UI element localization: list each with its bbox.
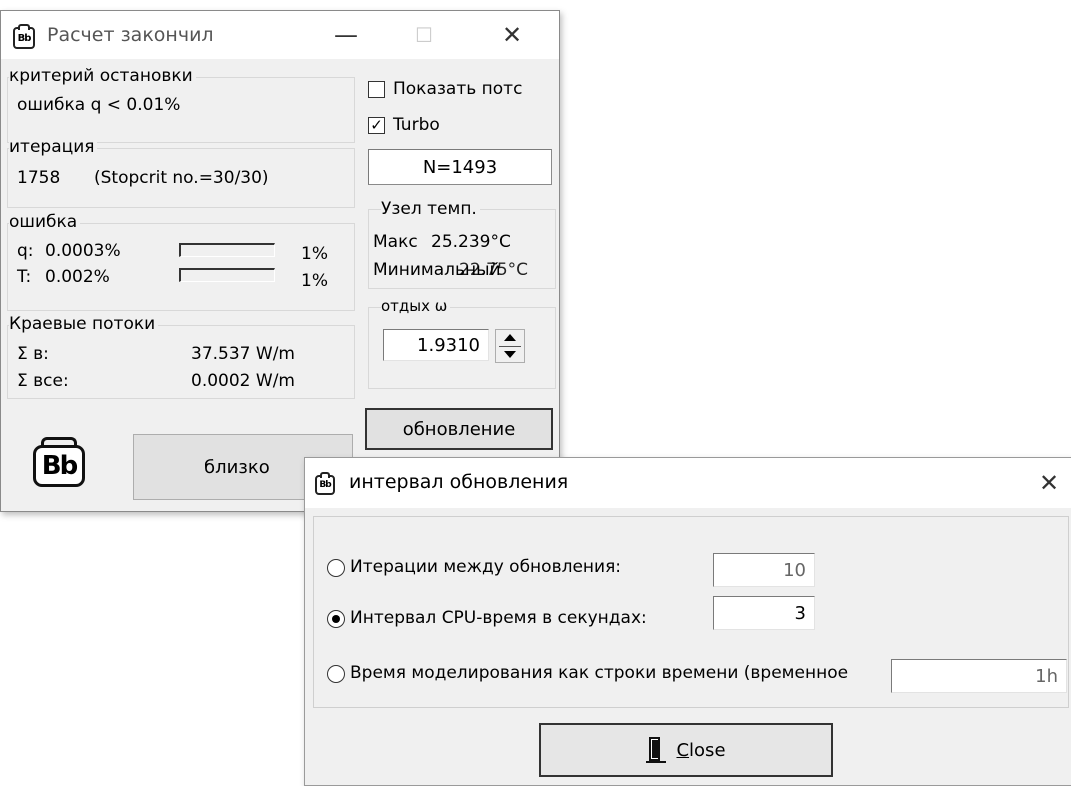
radio-cpu-time-label: Интервал CPU-время в секундах: <box>350 608 647 628</box>
show-flows-checkbox[interactable] <box>368 81 385 98</box>
iteration-label: итерация <box>9 137 98 157</box>
boundary-all-value: 0.0002 W/m <box>191 371 295 391</box>
node-temp-label: Узел темп. <box>381 199 480 219</box>
sim-time-input[interactable]: 1h <box>891 659 1067 693</box>
refresh-button[interactable]: обновление <box>365 408 553 450</box>
app-icon: Bb <box>13 24 35 49</box>
main-title: Расчет закончил <box>47 24 214 46</box>
turbo-label: Turbo <box>393 115 440 135</box>
main-window: Bb Расчет закончил — ☐ ✕ критерий остано… <box>0 10 560 512</box>
dialog-close-icon[interactable]: ✕ <box>1027 458 1071 508</box>
iteration-value: 1758 <box>17 168 61 188</box>
error-t-bar <box>179 268 275 282</box>
error-q-max: 1% <box>301 244 328 264</box>
dialog-title: интервал обновления <box>349 471 569 493</box>
radio-sim-time-label: Время моделирования как строки времени (… <box>350 663 849 683</box>
door-exit-icon <box>646 737 667 763</box>
maximize-button[interactable]: ☐ <box>401 11 447 59</box>
node-temp-max-value: 25.239°C <box>431 232 511 252</box>
boundary-in-label: Σ в: <box>17 344 49 364</box>
spin-down-icon[interactable] <box>504 351 516 358</box>
relax-input[interactable]: 1.9310 <box>383 329 489 361</box>
close-button-main-label: близко <box>204 456 270 478</box>
error-label: ошибка <box>9 212 81 232</box>
stop-criterion-value: ошибка q < 0.01% <box>17 95 181 115</box>
node-temp-max-label: Макс <box>373 232 418 252</box>
radio-sim-time[interactable] <box>327 665 345 683</box>
stopcrit-count: (Stopcrit no.=30/30) <box>94 168 269 188</box>
node-temp-min-value: 22.75°C <box>459 260 529 280</box>
n-display: N=1493 <box>368 149 552 185</box>
checkmark-icon: ✓ <box>370 116 383 134</box>
dialog-app-icon: Bb <box>315 472 335 495</box>
dialog-close-button-label: Close <box>676 739 726 761</box>
dialog-close-button[interactable]: Close <box>539 723 833 777</box>
radio-cpu-time[interactable] <box>327 610 345 628</box>
main-titlebar[interactable]: Bb Расчет закончил — ☐ ✕ <box>1 11 559 59</box>
boundary-all-label: Σ все: <box>17 371 69 391</box>
turbo-checkbox[interactable]: ✓ <box>368 117 385 134</box>
error-t-max: 1% <box>301 271 328 291</box>
iterations-input[interactable]: 10 <box>713 553 815 587</box>
error-q-value: 0.0003% <box>45 241 121 261</box>
show-flows-label: Показать потс <box>393 79 523 99</box>
minimize-button[interactable]: — <box>323 11 369 59</box>
error-q-bar <box>179 243 275 257</box>
radio-iterations-label: Итерации между обновления: <box>350 557 622 577</box>
bb-logo: Bb <box>33 437 85 487</box>
cpu-time-input[interactable]: 3 <box>713 596 815 630</box>
dialog-close-button-rest: lose <box>689 739 726 761</box>
error-t-value: 0.002% <box>45 267 110 287</box>
relax-label: отдых ω <box>381 297 451 315</box>
boundary-in-value: 37.537 W/m <box>191 344 295 364</box>
error-t-label: T: <box>17 267 32 287</box>
relax-spinner[interactable] <box>495 329 525 363</box>
error-q-label: q: <box>17 241 34 261</box>
stop-criterion-label: критерий остановки <box>9 66 196 86</box>
update-interval-dialog: Bb интервал обновления ✕ Итерации между … <box>304 457 1071 786</box>
radio-iterations[interactable] <box>327 559 345 577</box>
close-window-button[interactable]: ✕ <box>489 11 535 59</box>
dialog-titlebar[interactable]: Bb интервал обновления ✕ <box>305 458 1071 508</box>
boundary-flows-label: Краевые потоки <box>9 314 159 334</box>
spin-up-icon[interactable] <box>504 334 516 341</box>
